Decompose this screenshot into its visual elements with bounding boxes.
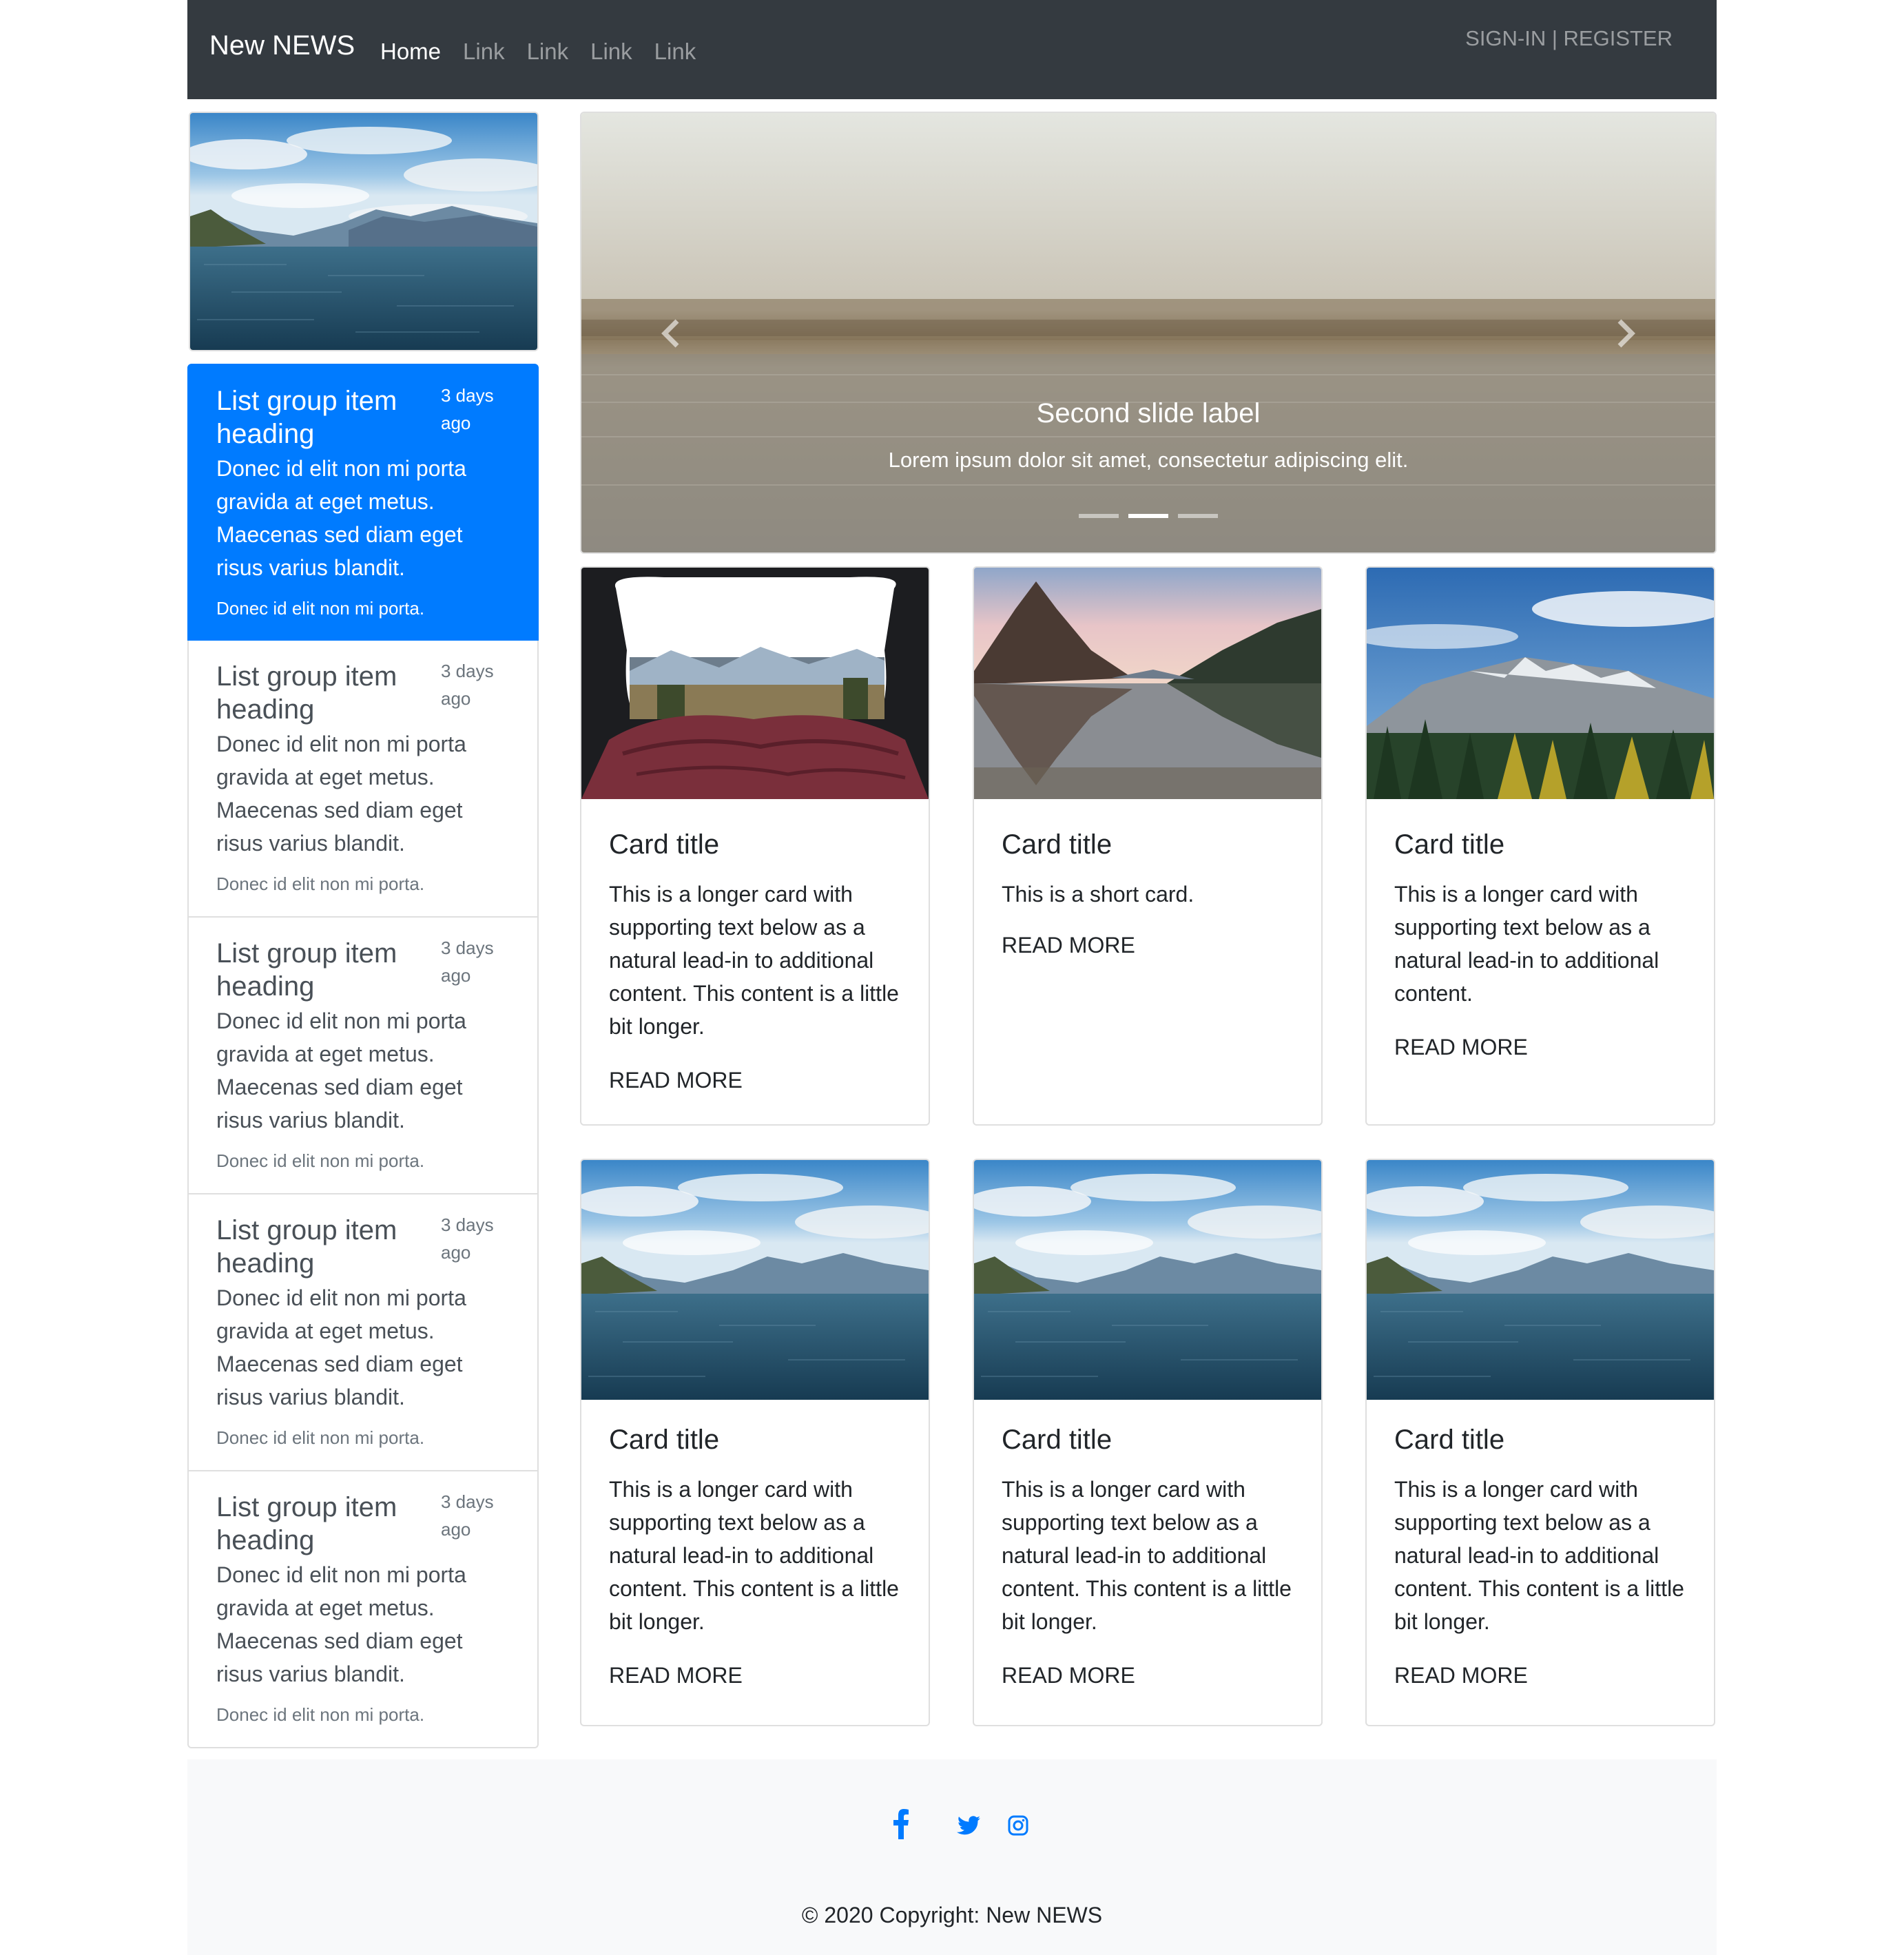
lake-clouds-image <box>581 1160 929 1400</box>
list-item-heading: List group item heading <box>216 938 397 1002</box>
mountain-lake-reflection-image <box>974 568 1321 799</box>
list-item[interactable]: List group item heading 3 days ago Donec… <box>187 1471 539 1748</box>
navbar: New NEWS Home Link Link Link Link SIGN-I… <box>187 0 1717 99</box>
carousel-indicators <box>581 514 1715 518</box>
list-item-time: 3 days ago <box>441 385 494 433</box>
foggy-lake-slide <box>581 113 1715 552</box>
page: New NEWS Home Link Link Link Link SIGN-I… <box>0 0 1904 1955</box>
card-text: This is a longer card with supporting te… <box>609 882 899 1039</box>
nav-link[interactable]: Link <box>654 39 696 65</box>
carousel-prev-button[interactable] <box>650 313 692 354</box>
snowy-ridge-forest-image <box>1367 568 1714 799</box>
lake-clouds-image <box>190 113 537 350</box>
twitter-icon <box>957 1816 980 1835</box>
card-title: Card title <box>1394 829 1505 860</box>
read-more-link[interactable]: READ MORE <box>1394 1663 1528 1688</box>
sidebar-image <box>189 112 539 351</box>
list-item-heading: List group item heading <box>216 386 397 449</box>
card-text: This is a short card. <box>1002 882 1194 907</box>
nav-link[interactable]: Link <box>590 39 632 65</box>
copyright-brand[interactable]: New NEWS <box>986 1903 1102 1927</box>
list-item-time: 3 days ago <box>441 938 494 986</box>
card-title: Card title <box>609 829 720 860</box>
list-item-note: Donec id elit non mi porta. <box>216 1427 425 1448</box>
list-item-time: 3 days ago <box>441 661 494 709</box>
card-title: Card title <box>609 1425 720 1455</box>
list-item-note: Donec id elit non mi porta. <box>216 598 425 619</box>
nav-link-home[interactable]: Home <box>380 39 441 65</box>
card: Card title This is a longer card with su… <box>973 1159 1323 1726</box>
card-title: Card title <box>1002 829 1113 860</box>
card: Card title This is a longer card with su… <box>580 566 930 1126</box>
nav-link[interactable]: Link <box>527 39 569 65</box>
card: Card title This is a longer card with su… <box>1365 566 1715 1126</box>
carousel-indicator[interactable] <box>1178 514 1218 518</box>
list-item-time: 3 days ago <box>441 1491 494 1540</box>
carousel-caption-title: Second slide label <box>1036 398 1261 428</box>
chevron-left-icon <box>661 319 679 348</box>
read-more-link[interactable]: READ MORE <box>609 1663 743 1688</box>
main-container: New NEWS Home Link Link Link Link SIGN-I… <box>187 0 1717 1955</box>
card: Card title This is a short card. READ MO… <box>973 566 1323 1126</box>
carousel-next-button[interactable] <box>1605 313 1646 354</box>
read-more-link[interactable]: READ MORE <box>1002 933 1135 958</box>
list-item[interactable]: List group item heading 3 days ago Donec… <box>187 1194 539 1471</box>
facebook-link[interactable] <box>887 1808 915 1841</box>
brand-logo[interactable]: New NEWS <box>209 30 355 61</box>
twitter-link[interactable] <box>955 1812 982 1839</box>
news-list-group: List group item heading 3 days ago Donec… <box>187 364 539 1748</box>
list-item-note: Donec id elit non mi porta. <box>216 873 425 894</box>
signin-register-link[interactable]: SIGN-IN | REGISTER <box>1465 26 1673 51</box>
list-item[interactable]: List group item heading 3 days ago Donec… <box>187 918 539 1194</box>
card-title: Card title <box>1394 1425 1505 1455</box>
read-more-link[interactable]: READ MORE <box>1002 1663 1135 1688</box>
lake-clouds-image <box>974 1160 1321 1400</box>
list-item[interactable]: List group item heading 3 days ago Donec… <box>187 641 539 918</box>
image-carousel[interactable]: Second slide label Lorem ipsum dolor sit… <box>580 112 1717 554</box>
instagram-icon <box>1008 1815 1028 1836</box>
lake-clouds-image <box>1367 1160 1714 1400</box>
card-title: Card title <box>1002 1425 1113 1455</box>
list-item-text: Donec id elit non mi porta gravida at eg… <box>216 456 466 580</box>
card-text: This is a longer card with supporting te… <box>1002 1477 1292 1634</box>
carousel-indicator[interactable] <box>1079 514 1119 518</box>
card-text: This is a longer card with supporting te… <box>609 1477 899 1634</box>
list-item-note: Donec id elit non mi porta. <box>216 1704 425 1725</box>
list-item-heading: List group item heading <box>216 1492 397 1555</box>
list-item-time: 3 days ago <box>441 1214 494 1263</box>
list-item-heading: List group item heading <box>216 1215 397 1279</box>
list-item-text: Donec id elit non mi porta gravida at eg… <box>216 1285 466 1409</box>
copyright-text: © 2020 Copyright: New NEWS <box>187 1903 1717 1928</box>
card: Card title This is a longer card with su… <box>580 1159 930 1726</box>
carousel-indicator-active[interactable] <box>1128 514 1168 518</box>
list-item-text: Donec id elit non mi porta gravida at eg… <box>216 1562 466 1686</box>
copyright-prefix: © 2020 Copyright: <box>801 1903 986 1927</box>
list-item-note: Donec id elit non mi porta. <box>216 1150 425 1171</box>
carousel-caption-text: Lorem ipsum dolor sit amet, consectetur … <box>888 448 1409 472</box>
car-trunk-mountains-image <box>581 568 929 799</box>
card-text: This is a longer card with supporting te… <box>1394 1477 1684 1634</box>
list-item-text: Donec id elit non mi porta gravida at eg… <box>216 732 466 856</box>
list-item-text: Donec id elit non mi porta gravida at eg… <box>216 1008 466 1132</box>
instagram-link[interactable] <box>1004 1812 1032 1839</box>
nav-links: Home Link Link Link Link <box>380 39 696 65</box>
list-item-heading: List group item heading <box>216 661 397 725</box>
chevron-right-icon <box>1617 319 1635 348</box>
card-text: This is a longer card with supporting te… <box>1394 882 1659 1006</box>
nav-link[interactable]: Link <box>463 39 505 65</box>
read-more-link[interactable]: READ MORE <box>609 1068 743 1093</box>
card: Card title This is a longer card with su… <box>1365 1159 1715 1726</box>
facebook-icon <box>893 1809 909 1839</box>
list-item-active[interactable]: List group item heading 3 days ago Donec… <box>187 364 539 641</box>
read-more-link[interactable]: READ MORE <box>1394 1035 1528 1060</box>
